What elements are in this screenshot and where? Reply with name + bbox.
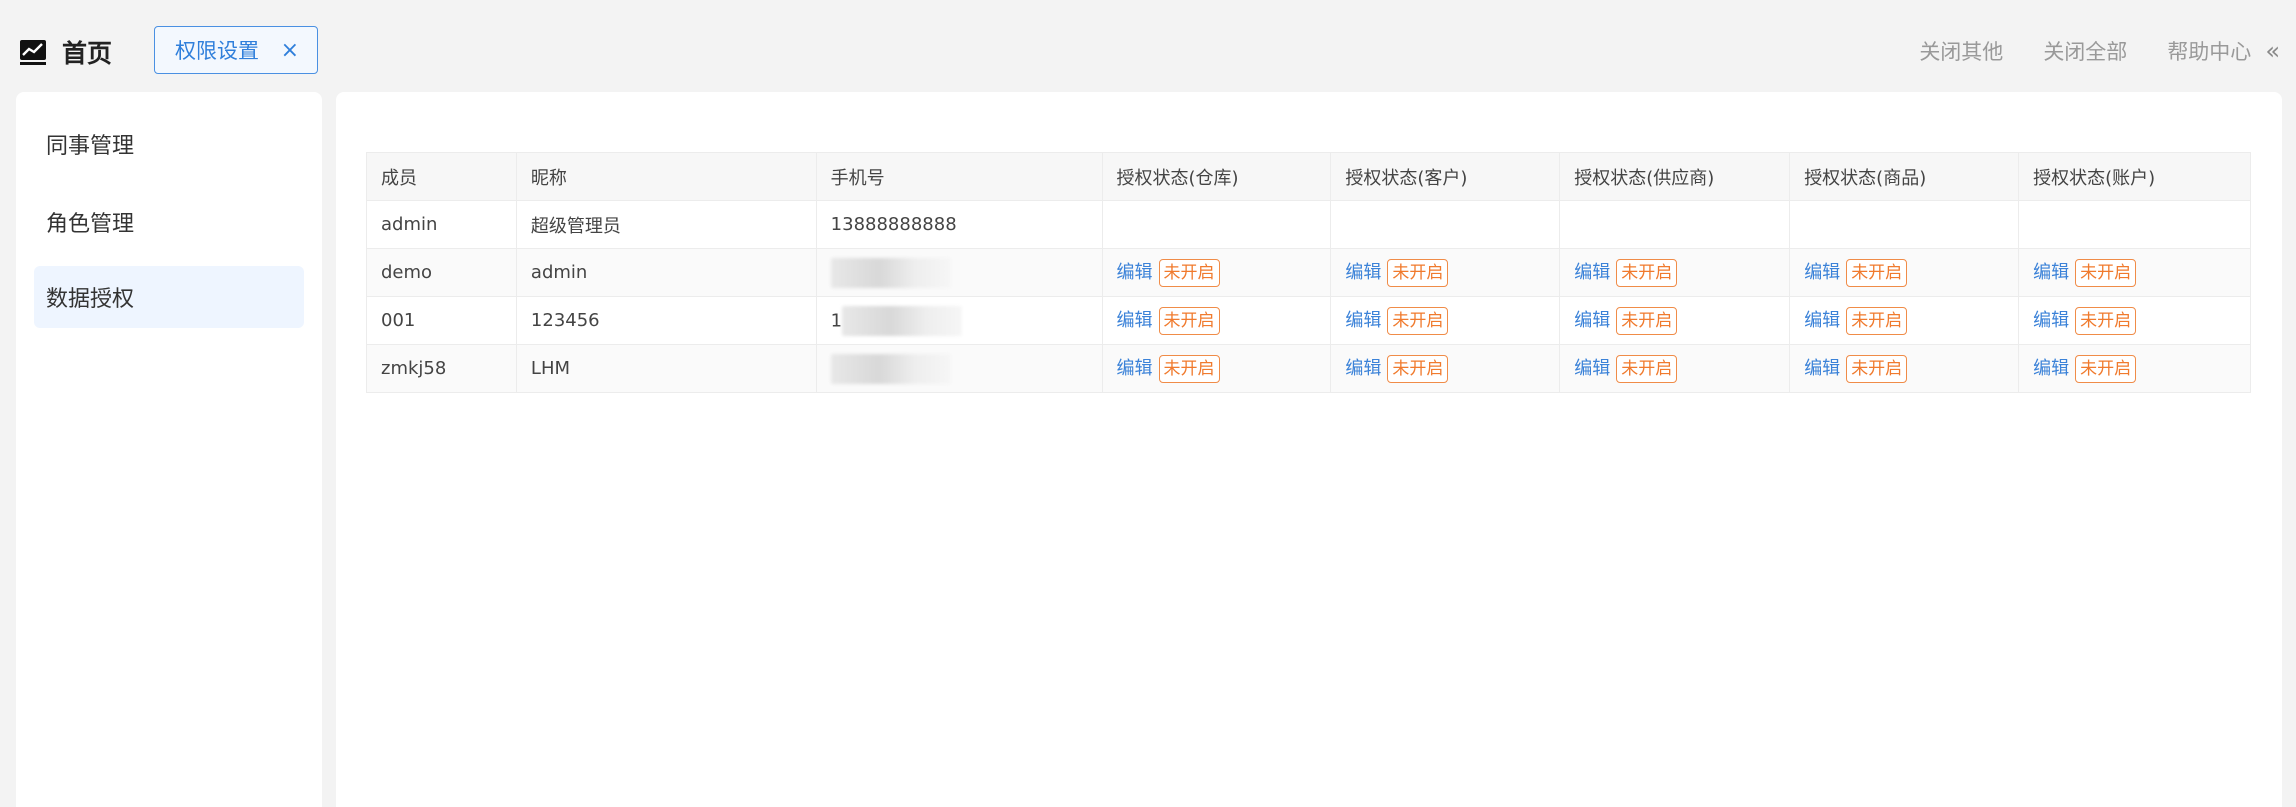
table-row: 001 123456 1 编辑 未开启 编辑 未开启 编辑 未开启 编辑 未开启 编辑未… [366, 296, 2251, 345]
edit-link[interactable]: 编辑 [1574, 358, 1610, 379]
status-cell: 编辑 未开启 [1101, 248, 1332, 297]
collapse-icon[interactable]: « [2265, 37, 2280, 65]
nickname-cell: admin [515, 248, 817, 297]
status-cell-empty [1330, 200, 1561, 249]
close-all-button[interactable]: 关闭全部 [2043, 36, 2127, 66]
phone-cell: 13888888888 [815, 200, 1103, 249]
status-cell: 编辑 未开启 [1330, 296, 1561, 345]
status-badge: 未开启 [2075, 307, 2137, 335]
top-bar: 首页 权限设置 × 关闭其他 关闭全部 帮助中心 « [0, 8, 2296, 94]
nickname-cell: 超级管理员 [515, 200, 817, 249]
status-badge: 未开启 [1846, 307, 1908, 335]
status-cell-empty [1101, 200, 1332, 249]
status-cell: 编辑 未开启 [1559, 248, 1791, 297]
status-cell-empty [1559, 200, 1791, 249]
edit-link[interactable]: 编辑 [1345, 358, 1381, 379]
column-header: 授权状态(客户) [1330, 152, 1561, 201]
status-badge: 未开启 [1846, 355, 1908, 383]
column-header: 授权状态(仓库) [1101, 152, 1332, 201]
status-badge: 未开启 [1158, 307, 1220, 335]
status-cell: 编辑 未开启 [1789, 344, 2020, 393]
tab-label: 权限设置 [175, 39, 259, 63]
column-header: 授权状态(供应商) [1559, 152, 1791, 201]
tab-permission-settings[interactable]: 权限设置 × [154, 26, 318, 74]
sidebar-item-role-management[interactable]: 角色管理 [34, 191, 304, 253]
phone-prefix: 1 [830, 310, 843, 331]
authorization-table: 成员 昵称 手机号 授权状态(仓库) 授权状态(客户) 授权状态(供应商) 授权… [366, 152, 2251, 393]
redacted-phone [842, 305, 963, 336]
status-cell: 编辑 未开启 [2018, 296, 2251, 345]
column-header: 昵称 [515, 152, 817, 201]
status-badge: 未开启 [1387, 259, 1449, 287]
sidebar-item-colleague-management[interactable]: 同事管理 [34, 113, 304, 175]
status-cell: 编辑 未开启 [2018, 344, 2251, 393]
phone-cell [815, 248, 1103, 297]
nickname-cell: 123456 [515, 296, 817, 345]
status-badge: 未开启 [1158, 355, 1220, 383]
status-badge: 未开启 [2075, 355, 2137, 383]
status-cell: 编辑 未开启 [1330, 248, 1561, 297]
home-link[interactable]: 首页 [18, 34, 112, 70]
edit-link[interactable]: 编辑 [1117, 310, 1153, 331]
edit-link[interactable]: 编辑 [1345, 310, 1381, 331]
status-badge: 未开启 [1616, 307, 1678, 335]
member-cell: zmkj58 [366, 344, 517, 393]
status-badge: 未开启 [1616, 259, 1678, 287]
status-badge: 未开启 [1846, 259, 1908, 287]
column-header: 授权状态(商品) [1789, 152, 2020, 201]
chart-icon [20, 40, 46, 65]
edit-link[interactable]: 编辑 [2033, 310, 2069, 331]
status-cell-empty [1789, 200, 2020, 249]
status-cell: 编辑 未开启 [1101, 344, 1332, 393]
status-badge: 未开启 [1616, 355, 1678, 383]
edit-link[interactable]: 编辑 [1804, 310, 1840, 331]
edit-link[interactable]: 编辑 [2033, 358, 2069, 379]
status-badge: 未开启 [1387, 307, 1449, 335]
phone-cell: 1 [815, 296, 1103, 345]
edit-link[interactable]: 编辑 [1117, 262, 1153, 283]
table-row: admin 超级管理员 13888888888 [366, 200, 2251, 249]
status-cell: 编辑 未开启 [1559, 344, 1791, 393]
close-icon[interactable]: × [281, 40, 299, 62]
status-cell-empty [2018, 200, 2251, 249]
main-content: 成员 昵称 手机号 授权状态(仓库) 授权状态(客户) 授权状态(供应商) 授权… [336, 92, 2282, 807]
edit-link[interactable]: 编辑 [1574, 310, 1610, 331]
top-actions: 关闭其他 关闭全部 帮助中心 « [1919, 36, 2280, 66]
table-header-row: 成员 昵称 手机号 授权状态(仓库) 授权状态(客户) 授权状态(供应商) 授权… [366, 152, 2251, 201]
table-row: demo admin 编辑 未开启 编辑 未开启 编辑 未开启 编辑 未开启 编辑 未开启 [366, 248, 2251, 297]
column-header: 成员 [366, 152, 517, 201]
status-badge: 未开启 [2075, 259, 2137, 287]
member-cell: demo [366, 248, 517, 297]
status-cell: 编辑 未开启 [1101, 296, 1332, 345]
column-header: 手机号 [815, 152, 1103, 201]
redacted-phone [830, 353, 951, 384]
edit-link[interactable]: 编辑 [2033, 262, 2069, 283]
edit-link[interactable]: 编辑 [1345, 262, 1381, 283]
status-cell: 编辑 未开启 [1559, 296, 1791, 345]
home-label: 首页 [62, 39, 113, 68]
edit-link[interactable]: 编辑 [1117, 358, 1153, 379]
edit-link[interactable]: 编辑 [1574, 262, 1610, 283]
status-cell: 编辑 未开启 [1330, 344, 1561, 393]
help-center-button[interactable]: 帮助中心 [2167, 36, 2251, 66]
status-badge: 未开启 [1158, 259, 1220, 287]
phone-cell [815, 344, 1103, 393]
status-cell: 编辑 未开启 [1789, 296, 2020, 345]
close-others-button[interactable]: 关闭其他 [1919, 36, 2003, 66]
column-header: 授权状态(账户) [2018, 152, 2251, 201]
table-row: zmkj58 LHM 编辑 未开启 编辑 未开启 编辑 未开启 编辑 未开启 编辑 未开启 [366, 344, 2251, 393]
status-badge: 未开启 [1387, 355, 1449, 383]
redacted-phone [830, 257, 951, 288]
status-cell: 编辑 未开启 [2018, 248, 2251, 297]
sidebar-item-data-authorization[interactable]: 数据授权 [34, 266, 304, 328]
status-cell: 编辑 未开启 [1789, 248, 2020, 297]
member-cell: admin [366, 200, 517, 249]
nickname-cell: LHM [515, 344, 817, 393]
sidebar: 同事管理 角色管理 数据授权 [16, 92, 322, 807]
edit-link[interactable]: 编辑 [1804, 262, 1840, 283]
member-cell: 001 [366, 296, 517, 345]
edit-link[interactable]: 编辑 [1804, 358, 1840, 379]
